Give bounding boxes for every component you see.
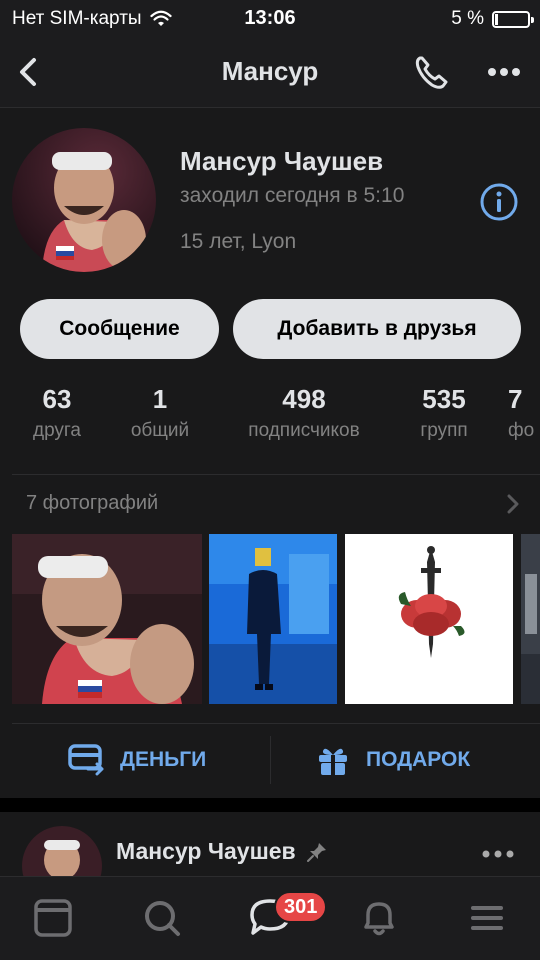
counter-value: 63 <box>42 384 72 414</box>
counter-value: 7 <box>508 384 523 414</box>
counter-label: общий <box>130 420 190 441</box>
action-separator <box>270 736 271 784</box>
post-author[interactable]: Мансур Чаушев <box>116 838 328 865</box>
gift-icon <box>319 748 347 775</box>
battery-group: 5 % <box>451 8 534 30</box>
notifications-bell-icon[interactable] <box>354 895 404 941</box>
nav-bar: Мансур <box>0 36 540 108</box>
gift-button[interactable]: ПОДАРОК <box>316 738 470 782</box>
money-button[interactable]: ДЕНЬГИ <box>68 738 206 782</box>
counter-friends[interactable]: 63 друга <box>20 384 94 442</box>
profile-section: Мансур Чаушев заходил сегодня в 5:10 15 … <box>0 108 540 798</box>
battery-icon <box>492 10 534 28</box>
photo-thumbnail-1[interactable] <box>12 534 202 704</box>
more-horizontal-icon[interactable] <box>482 50 528 94</box>
counter-value: 498 <box>282 384 326 414</box>
counter-groups[interactable]: 535 групп <box>404 384 484 442</box>
avatar[interactable] <box>12 128 156 272</box>
message-button[interactable]: Сообщение <box>20 299 219 359</box>
partial-photo <box>521 534 540 704</box>
search-icon[interactable] <box>138 895 188 941</box>
counter-label: друга <box>32 420 82 441</box>
tab-bar: 301 <box>0 876 540 960</box>
post-author-name: Мансур Чаушев <box>116 838 296 864</box>
counter-value: 1 <box>152 384 168 414</box>
photo-thumbnail-2[interactable] <box>209 534 337 704</box>
battery-percent: 5 % <box>451 8 484 29</box>
counter-label: групп <box>420 420 468 441</box>
battery-fill <box>495 13 498 25</box>
photo-thumbnail-3[interactable] <box>345 534 513 704</box>
counter-label: подписчиков <box>248 420 360 441</box>
counter-followers[interactable]: 498 подписчиков <box>226 384 382 442</box>
photos-header[interactable]: 7 фотографий <box>26 492 158 515</box>
counter-photos[interactable]: 7 фо <box>508 384 540 442</box>
divider <box>12 723 540 724</box>
profile-name: Мансур Чаушев <box>180 146 384 176</box>
more-horizontal-icon[interactable] <box>478 842 518 866</box>
age-location-label: 15 лет, Lyon <box>180 230 297 253</box>
pin-icon <box>306 842 326 862</box>
counter-label: фо <box>508 420 535 441</box>
wrestler-photo <box>12 534 202 704</box>
messages-badge: 301 <box>274 891 328 923</box>
gift-label: ПОДАРОК <box>366 748 471 771</box>
counters-row: 63 друга 1 общий 498 подписчиков 535 гру… <box>0 384 540 448</box>
money-label: ДЕНЬГИ <box>120 748 207 771</box>
blue-room-photo <box>209 534 337 704</box>
menu-icon[interactable] <box>462 895 512 941</box>
status-bar: Нет SIM-карты 13:06 5 % <box>0 0 540 36</box>
avatar-photo <box>12 128 156 272</box>
last-seen-label: заходил сегодня в 5:10 <box>180 184 405 207</box>
news-feed-icon[interactable] <box>28 895 78 941</box>
counter-value: 535 <box>422 384 466 414</box>
divider <box>12 474 540 475</box>
phone-icon[interactable] <box>410 50 456 94</box>
money-transfer-icon <box>68 744 104 776</box>
chevron-right-icon[interactable] <box>505 490 521 518</box>
info-icon[interactable] <box>479 182 519 222</box>
dagger-rose-photo <box>345 534 513 704</box>
counter-mutual[interactable]: 1 общий <box>118 384 202 442</box>
page-title: Мансур <box>221 56 319 86</box>
photo-thumbnail-4[interactable] <box>521 534 540 704</box>
add-friend-button[interactable]: Добавить в друзья <box>233 299 521 359</box>
